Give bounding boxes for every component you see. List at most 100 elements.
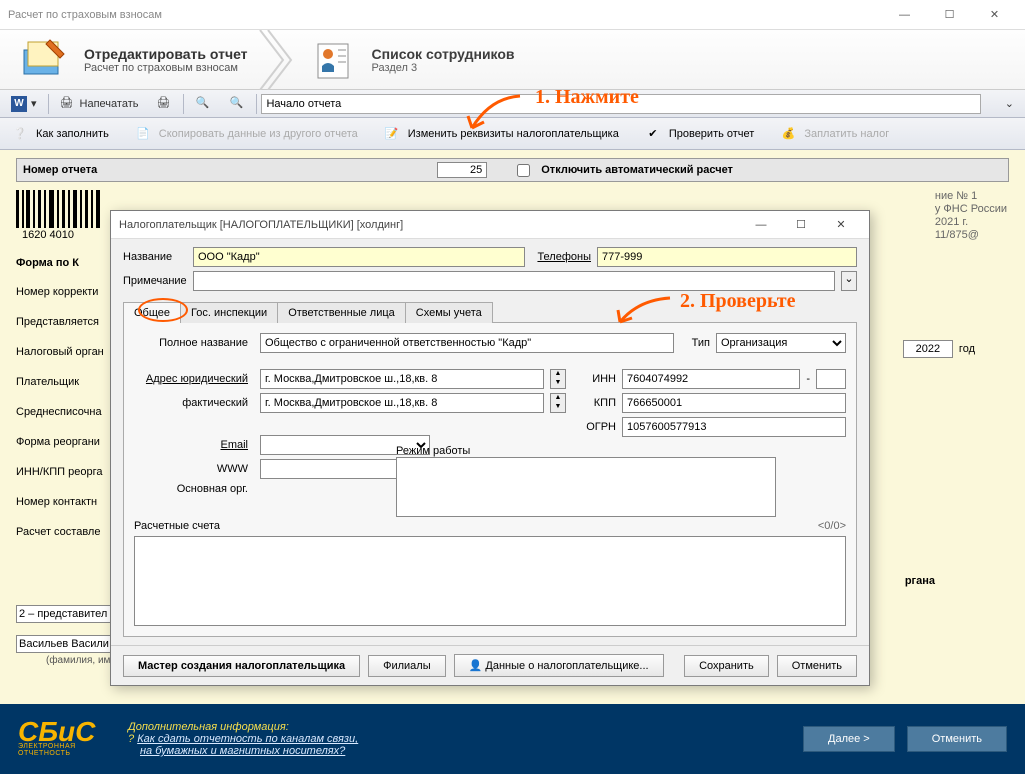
- toolbar-separator: [48, 94, 49, 114]
- branches-button[interactable]: Филиалы: [368, 655, 446, 677]
- cancel-button[interactable]: Отменить: [777, 655, 857, 677]
- name-input[interactable]: [193, 247, 525, 267]
- wizard-cancel-button[interactable]: Отменить: [907, 726, 1007, 752]
- svg-text:1620 4010: 1620 4010: [22, 229, 74, 240]
- taxpayer-wizard-button[interactable]: Мастер создания налогоплательщика: [123, 655, 360, 677]
- window-close-button[interactable]: ✕: [972, 0, 1017, 30]
- phones-input[interactable]: [597, 247, 857, 267]
- autocalc-off-checkbox[interactable]: [517, 164, 530, 177]
- zoom-out-button[interactable]: 🔍: [222, 93, 252, 115]
- print-label: Напечатать: [80, 98, 139, 110]
- ogrn-input[interactable]: [622, 417, 846, 437]
- schedule-textarea[interactable]: [396, 457, 776, 517]
- footer-help-link[interactable]: Как сдать отчетность по каналам связи,: [137, 733, 358, 745]
- inn-input[interactable]: [622, 369, 800, 389]
- wizard-next-button[interactable]: Далее >: [803, 726, 895, 752]
- dialog-close-button[interactable]: ✕: [821, 211, 861, 239]
- taxpayer-dialog: Налогоплательщик [НАЛОГОПЛАТЕЛЬЩИКИ] [хо…: [110, 210, 870, 686]
- inn-label: ИНН: [576, 373, 616, 385]
- note-label: Примечание: [123, 275, 187, 287]
- howto-label: Как заполнить: [36, 128, 109, 140]
- dialog-titlebar: Налогоплательщик [НАЛОГОПЛАТЕЛЬЩИКИ] [хо…: [111, 211, 869, 239]
- phones-label: Телефоны: [531, 251, 591, 263]
- type-select[interactable]: Организация: [716, 333, 846, 353]
- note-line: 2021 г.: [935, 216, 1007, 229]
- toolbar-separator: [183, 94, 184, 114]
- tab-schemes[interactable]: Схемы учета: [405, 302, 493, 323]
- help-icon: ❔: [10, 124, 30, 144]
- pay-tax-link: 💰 Заплатить налог: [772, 122, 895, 146]
- change-req-label: Изменить реквизиты налогоплательщика: [408, 128, 619, 140]
- kpp-label: КПП: [576, 397, 616, 409]
- actual-address-input[interactable]: [260, 393, 544, 413]
- section-selector[interactable]: [261, 94, 981, 114]
- appendix-notes: ние № 1 у ФНС России 2021 г. 11/875@: [935, 190, 1007, 242]
- note-line: ние № 1: [935, 190, 1007, 203]
- dialog-footer: Мастер создания налогоплательщика Филиал…: [111, 645, 869, 685]
- toolbar-primary: W▾ 🖨 Напечатать 🖨 🔍 🔍 ⌄: [0, 90, 1025, 118]
- wizard-header: Отредактировать отчет Расчет по страховы…: [0, 30, 1025, 90]
- legal-address-spinner[interactable]: ▲▼: [550, 369, 566, 389]
- year-field: год: [903, 340, 975, 358]
- copy-label: Скопировать данные из другого отчета: [159, 128, 358, 140]
- zoom-in-button[interactable]: 🔍: [188, 93, 218, 115]
- report-number-input[interactable]: [437, 162, 487, 178]
- check-icon: ✔: [643, 124, 663, 144]
- howto-link[interactable]: ❔ Как заполнить: [4, 122, 115, 146]
- wizard-footer: СБиС ЭЛЕКТРОННАЯ ОТЧЕТНОСТЬ Дополнительн…: [0, 704, 1025, 774]
- tab-inspections[interactable]: Гос. инспекции: [180, 302, 278, 323]
- wizard-step-1[interactable]: Отредактировать отчет Расчет по страховы…: [20, 38, 248, 82]
- wizard-step1-title: Отредактировать отчет: [84, 46, 248, 62]
- www-label: WWW: [134, 463, 254, 475]
- note-dropdown-button[interactable]: ⌄: [841, 271, 857, 291]
- window-minimize-button[interactable]: —: [882, 0, 927, 30]
- printer-icon: 🖨: [60, 96, 76, 112]
- wizard-step2-title: Список сотрудников: [372, 46, 515, 62]
- fullname-label: Полное название: [134, 337, 254, 349]
- accounts-list[interactable]: [134, 536, 846, 626]
- taxpayer-data-button[interactable]: 👤 Данные о налогоплательщике...: [454, 654, 664, 677]
- word-icon: W: [11, 96, 27, 112]
- copy-data-link[interactable]: 📄 Скопировать данные из другого отчета: [127, 122, 364, 146]
- section-dropdown-button[interactable]: ⌄: [998, 93, 1021, 115]
- footer-help-link2[interactable]: на бумажных и магнитных носителях?: [140, 745, 345, 757]
- wizard-step2-subtitle: Раздел 3: [372, 62, 515, 74]
- magnifier-minus-icon: 🔍: [229, 96, 245, 112]
- tab-responsible[interactable]: Ответственные лица: [277, 302, 406, 323]
- pay-icon: 💰: [778, 124, 798, 144]
- sbis-logo: СБиС ЭЛЕКТРОННАЯ ОТЧЕТНОСТЬ: [18, 721, 118, 757]
- wizard-arrow-icon: [258, 30, 298, 90]
- change-requisites-link[interactable]: 📝 Изменить реквизиты налогоплательщика: [376, 122, 625, 146]
- note-line: 11/875@: [935, 229, 1007, 242]
- dialog-minimize-button[interactable]: —: [741, 211, 781, 239]
- wizard-step-2[interactable]: Список сотрудников Раздел 3: [308, 38, 515, 82]
- dialog-tabs: Общее Гос. инспекции Ответственные лица …: [123, 301, 857, 323]
- toolbar-actions: ❔ Как заполнить 📄 Скопировать данные из …: [0, 118, 1025, 150]
- edit-report-icon: [20, 38, 70, 82]
- print-settings-button[interactable]: 🖨: [149, 93, 179, 115]
- window-maximize-button[interactable]: ☐: [927, 0, 972, 30]
- employees-icon: [308, 38, 358, 82]
- fullname-input[interactable]: [260, 333, 674, 353]
- magnifier-plus-icon: 🔍: [195, 96, 211, 112]
- note-input[interactable]: [193, 271, 835, 291]
- inn-suffix-input[interactable]: [816, 369, 846, 389]
- type-label: Тип: [680, 337, 710, 349]
- check-label: Проверить отчет: [669, 128, 755, 140]
- year-label: год: [959, 343, 975, 355]
- check-report-link[interactable]: ✔ Проверить отчет: [637, 122, 761, 146]
- tab-general[interactable]: Общее: [123, 302, 181, 323]
- legal-address-input[interactable]: [260, 369, 544, 389]
- actual-address-spinner[interactable]: ▲▼: [550, 393, 566, 413]
- kpp-input[interactable]: [622, 393, 846, 413]
- actual-address-label: фактический: [134, 397, 254, 409]
- printer-gear-icon: 🖨: [156, 96, 172, 112]
- edit-doc-icon: 📝: [382, 124, 402, 144]
- save-button[interactable]: Сохранить: [684, 655, 769, 677]
- print-button[interactable]: 🖨 Напечатать: [53, 93, 146, 115]
- year-input[interactable]: [903, 340, 953, 358]
- name-label: Название: [123, 251, 187, 263]
- word-export-button[interactable]: W▾: [4, 93, 44, 115]
- wizard-step1-subtitle: Расчет по страховым взносам: [84, 62, 248, 74]
- dialog-maximize-button[interactable]: ☐: [781, 211, 821, 239]
